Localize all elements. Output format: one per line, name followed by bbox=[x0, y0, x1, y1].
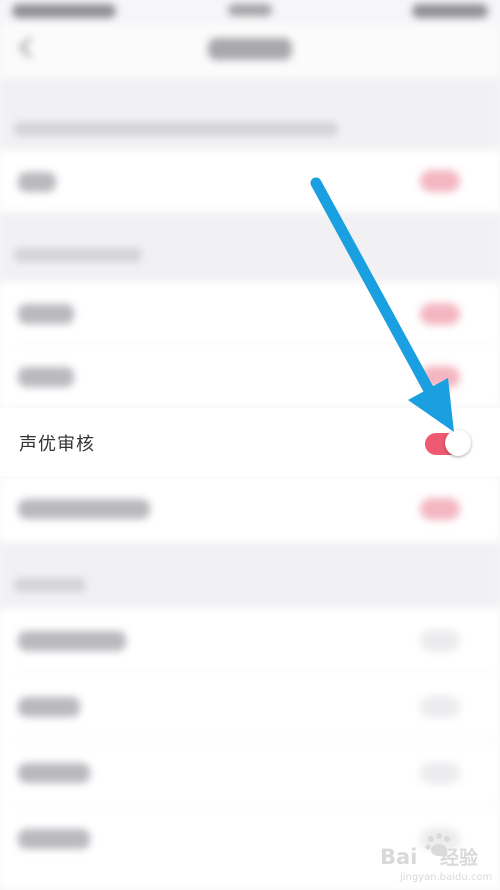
svg-text:Bai: Bai bbox=[380, 845, 417, 869]
pointer-arrow-icon bbox=[310, 177, 454, 432]
svg-text:jingyan.baidu.com: jingyan.baidu.com bbox=[399, 872, 492, 883]
svg-text:经验: 经验 bbox=[440, 846, 479, 869]
baidu-jingyan-watermark: Bai 经验 jingyan.baidu.com bbox=[380, 833, 492, 883]
